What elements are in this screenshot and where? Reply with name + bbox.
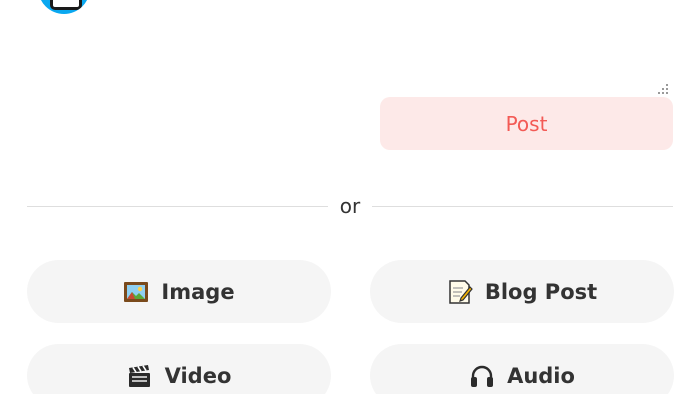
image-option-button[interactable]: Image — [27, 260, 331, 323]
create-post-page: Post or Image Blog Post Video Audio — [0, 0, 700, 394]
or-divider: or — [27, 192, 673, 220]
headphones-icon — [469, 363, 495, 389]
blog-post-option-label: Blog Post — [484, 279, 598, 304]
framed-picture-icon — [123, 279, 149, 305]
video-option-button[interactable]: Video — [27, 344, 331, 394]
blog-post-option-button[interactable]: Blog Post — [370, 260, 674, 323]
header-text-fragment — [110, 0, 270, 4]
audio-option-button[interactable]: Audio — [370, 344, 674, 394]
divider-label: or — [339, 194, 361, 218]
divider-line-left — [27, 205, 328, 207]
post-button[interactable]: Post — [380, 97, 673, 150]
image-option-label: Image — [161, 279, 235, 304]
resize-handle-icon[interactable] — [658, 84, 670, 94]
divider-line-right — [372, 205, 673, 207]
avatar[interactable] — [38, 0, 90, 14]
avatar-icon — [50, 0, 82, 10]
clapper-board-icon — [127, 363, 153, 389]
video-option-label: Video — [164, 363, 232, 388]
memo-icon — [447, 279, 473, 305]
audio-option-label: Audio — [507, 363, 575, 388]
